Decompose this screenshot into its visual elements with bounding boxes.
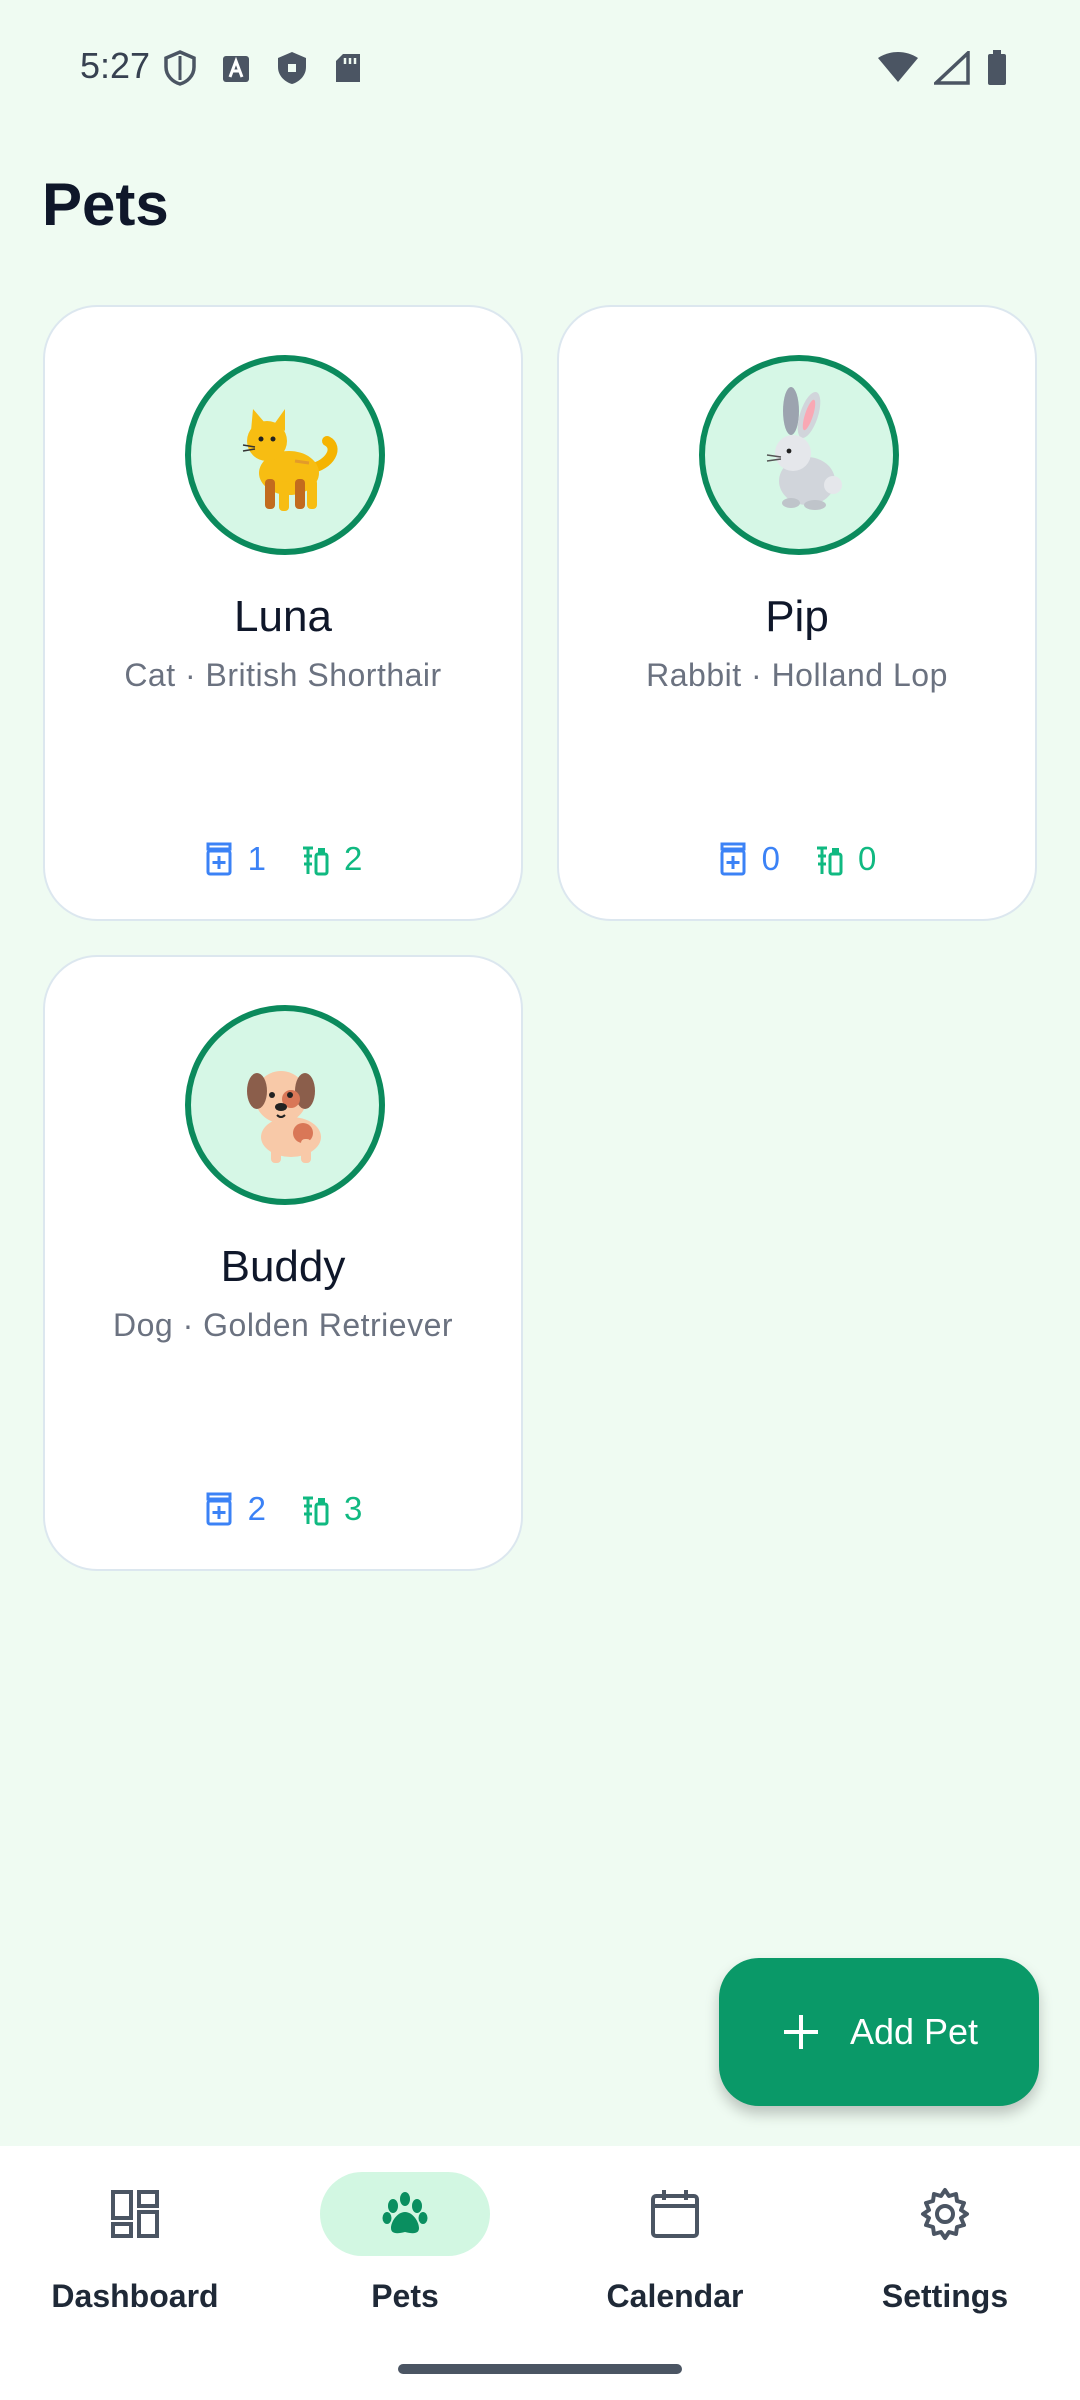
pet-species-breed: Dog · Golden Retriever bbox=[112, 1307, 454, 1343]
medication-bottle-icon bbox=[206, 1492, 232, 1526]
nav-label: Settings bbox=[881, 2278, 1009, 2314]
rabbit-icon bbox=[766, 387, 842, 510]
sd-card-icon bbox=[331, 50, 365, 86]
vaccine-icon bbox=[817, 846, 843, 876]
pet-avatar bbox=[185, 1005, 385, 1205]
cat-icon bbox=[242, 409, 338, 511]
nav-item-dashboard[interactable]: Dashboard bbox=[0, 2172, 270, 2322]
vaccinations-stat: 3 bbox=[300, 1490, 362, 1528]
medications-stat: 0 bbox=[718, 840, 780, 878]
pet-card-luna[interactable]: Luna Cat · British Shorthair 1 2 bbox=[43, 305, 523, 921]
pet-species-breed: Cat · British Shorthair bbox=[124, 657, 442, 693]
medications-count: 2 bbox=[247, 1490, 266, 1527]
medication-bottle-icon bbox=[206, 842, 232, 876]
vaccinations-count: 3 bbox=[344, 1490, 363, 1527]
status-left-icons bbox=[163, 50, 365, 86]
medications-count: 0 bbox=[761, 840, 780, 877]
medication-bottle-icon bbox=[720, 842, 746, 876]
pet-name: Buddy bbox=[220, 1242, 346, 1291]
calendar-icon bbox=[651, 2190, 699, 2238]
pet-stats: 1 2 bbox=[45, 840, 521, 878]
vaccinations-stat: 0 bbox=[814, 840, 876, 878]
status-time: 5:27 bbox=[80, 45, 151, 86]
nav-label: Calendar bbox=[606, 2278, 744, 2314]
nav-item-calendar[interactable]: Calendar bbox=[540, 2172, 810, 2322]
nav-item-pets[interactable]: Pets bbox=[270, 2172, 540, 2322]
dog-icon bbox=[247, 1071, 321, 1163]
vaccinations-stat: 2 bbox=[300, 840, 362, 878]
medications-stat: 2 bbox=[204, 1490, 266, 1528]
vaccine-icon bbox=[303, 846, 329, 876]
vaccinations-count: 0 bbox=[858, 840, 877, 877]
nav-icon-container bbox=[320, 2172, 490, 2256]
battery-icon bbox=[986, 50, 1008, 91]
status-right-icons bbox=[878, 48, 1008, 91]
pet-stats: 2 3 bbox=[45, 1490, 521, 1528]
nav-icon-container bbox=[50, 2172, 220, 2256]
pet-avatar bbox=[699, 355, 899, 555]
pet-stats: 0 0 bbox=[559, 840, 1035, 878]
pet-avatar bbox=[185, 355, 385, 555]
pet-card-buddy[interactable]: Buddy Dog · Golden Retriever 2 3 bbox=[43, 955, 523, 1571]
nav-icon-container bbox=[860, 2172, 1030, 2256]
dashboard-icon bbox=[111, 2190, 159, 2238]
status-bar: 5:27 bbox=[0, 0, 1080, 140]
signal-icon bbox=[931, 48, 970, 90]
shield-icon bbox=[275, 50, 309, 86]
vaccinations-count: 2 bbox=[344, 840, 363, 877]
plus-icon bbox=[783, 2015, 818, 2049]
medications-stat: 1 bbox=[204, 840, 266, 878]
pet-name: Pip bbox=[765, 592, 829, 641]
add-pet-button[interactable]: Add Pet bbox=[719, 1958, 1039, 2106]
pet-card-pip[interactable]: Pip Rabbit · Holland Lop 0 0 bbox=[557, 305, 1037, 921]
vpn-shield-icon bbox=[163, 50, 197, 86]
paw-icon bbox=[382, 2192, 428, 2234]
nav-item-settings[interactable]: Settings bbox=[810, 2172, 1080, 2322]
add-pet-label: Add Pet bbox=[849, 2011, 979, 2052]
nav-label: Dashboard bbox=[51, 2278, 219, 2314]
nav-label: Pets bbox=[371, 2278, 439, 2314]
page-title: Pets bbox=[42, 171, 169, 238]
medications-count: 1 bbox=[247, 840, 266, 877]
home-indicator[interactable] bbox=[398, 2364, 682, 2374]
pet-name: Luna bbox=[234, 592, 332, 641]
wifi-icon bbox=[878, 52, 918, 89]
font-a-icon bbox=[219, 50, 253, 86]
bottom-navigation: Dashboard Pets Calendar Settings bbox=[0, 2146, 1080, 2400]
pet-species-breed: Rabbit · Holland Lop bbox=[646, 657, 948, 693]
nav-icon-container bbox=[590, 2172, 760, 2256]
vaccine-icon bbox=[303, 1496, 329, 1526]
gear-icon bbox=[921, 2188, 969, 2240]
